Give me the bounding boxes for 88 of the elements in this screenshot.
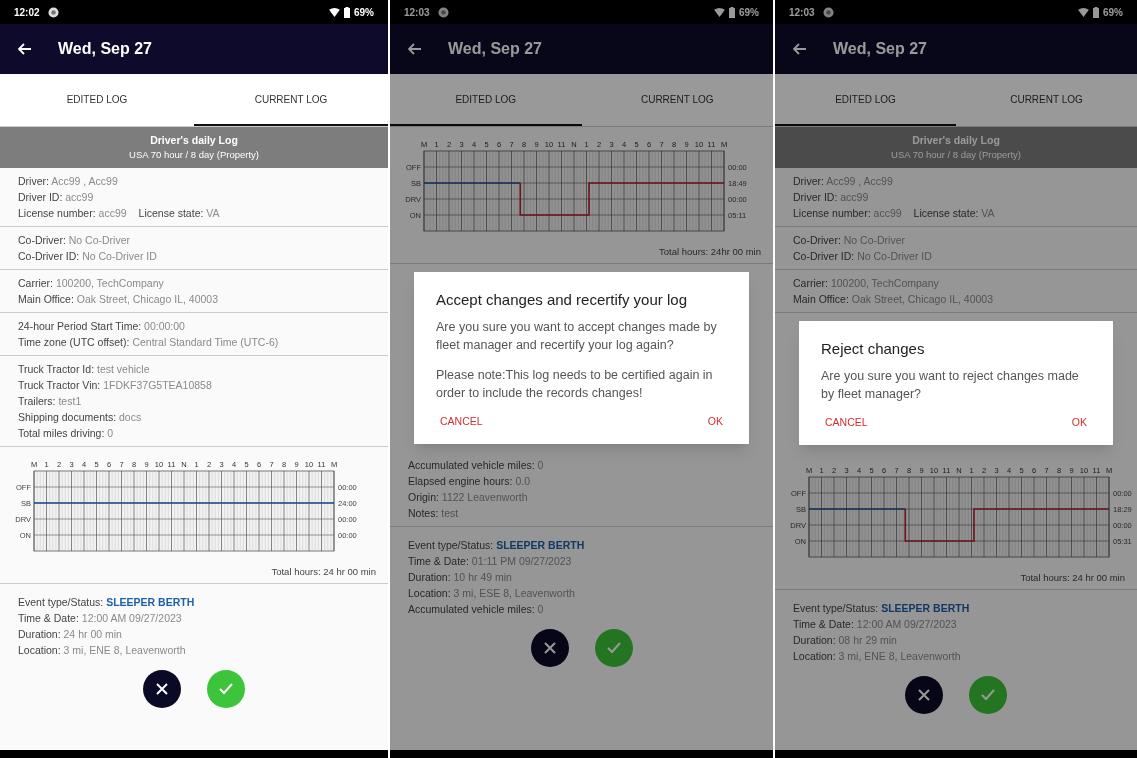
dialog-button[interactable]: CANCEL xyxy=(821,415,872,431)
info-row-text: Driver: Acc99 , Acc99 xyxy=(793,174,894,189)
info-row-text: Driver ID: acc99 xyxy=(18,190,95,205)
info-row-text: Main Office: Oak Street, Chicago IL, 40003 xyxy=(793,292,994,307)
close-icon xyxy=(155,682,169,696)
info-row-text: Notes: test xyxy=(408,505,460,521)
info-row-text: Driver ID: acc99 xyxy=(793,190,870,205)
total-hours: Total hours: 24 hr 00 min xyxy=(1019,570,1126,585)
reject-button[interactable] xyxy=(530,628,569,667)
info-row-text: Carrier: 100200, TechCompany xyxy=(793,276,940,291)
app-notification-icon xyxy=(437,6,449,18)
log-tab[interactable]: EDITED LOG xyxy=(390,74,582,126)
status-time: 12:03 xyxy=(404,5,430,20)
info-row-text: Event type/Status: SLEEPER BERTH xyxy=(793,600,971,616)
reject-button[interactable] xyxy=(905,675,943,714)
info-row-text: Duration: 24 hr 00 min xyxy=(18,627,123,642)
screen-title: Wed, Sep 27 xyxy=(833,39,927,59)
screen-title: Wed, Sep 27 xyxy=(448,39,542,59)
status-time: 12:03 xyxy=(789,5,815,20)
info-row-text: 24-hour Period Start Time: 00:00:00 xyxy=(18,319,186,334)
wifi-icon xyxy=(1078,7,1089,17)
back-arrow-icon[interactable] xyxy=(18,43,32,55)
battery-icon xyxy=(1093,6,1099,18)
back-arrow-icon[interactable] xyxy=(408,43,422,55)
info-row-text: Location: 3 mi, ENE 8, Leavenworth xyxy=(18,643,187,658)
total-hours: Total hours: 24hr 00 min xyxy=(658,245,762,259)
log-tab[interactable]: EDITED LOG xyxy=(0,74,194,126)
info-row-text: Elapsed engine hours: 0.0 xyxy=(408,473,532,489)
app-notification-icon xyxy=(47,6,59,18)
info-row-text: Accumulated vehicle miles: 0 xyxy=(408,457,545,473)
info-row-text: Location: 3 mi, ESE 8, Leavenworth xyxy=(408,585,576,601)
info-row-text: Accumulated vehicle miles: 0 xyxy=(408,601,545,617)
info-row-text: License number: acc99 License state: VA xyxy=(793,206,996,221)
info-row-text: Truck Tractor Vin: 1FDKF37G5TEA10858 xyxy=(18,378,213,393)
app-notification-icon xyxy=(822,6,834,18)
info-row-text: Trailers: test1 xyxy=(18,394,83,409)
log-title: Driver's daily Log xyxy=(911,133,1001,148)
info-row-text: Co-Driver ID: No Co-Driver ID xyxy=(18,249,158,264)
log-tab[interactable]: CURRENT LOG xyxy=(956,74,1137,126)
close-icon xyxy=(542,640,557,655)
info-row-text: Time zone (UTC offset): Central Standard Time (UTC-6) xyxy=(18,335,280,350)
info-row-text: Time & Date: 01:11 PM 09/27/2023 xyxy=(408,553,573,569)
wifi-icon xyxy=(329,7,340,17)
info-row-text: Duration: 10 hr 49 min xyxy=(408,569,513,585)
battery-level: 69% xyxy=(354,5,374,20)
info-row-text: Carrier: 100200, TechCompany xyxy=(18,276,165,291)
reject-button[interactable] xyxy=(143,670,181,708)
info-row-text: Time & Date: 12:00 AM 09/27/2023 xyxy=(18,611,183,626)
info-row-text: Duration: 08 hr 29 min xyxy=(793,632,898,648)
dialog-title: Accept changes and recertify your log xyxy=(436,290,688,310)
dialog-message: Are you sure you want to accept changes made by fleet manager and recertify your log again? xyxy=(436,319,718,354)
info-row-text: License number: acc99 License state: VA xyxy=(18,206,221,221)
dialog-button[interactable]: OK xyxy=(703,414,727,430)
dialog-message: Please note:This log needs to be certified again in order to include the records changes! xyxy=(436,367,714,402)
info-row-text: Co-Driver: No Co-Driver xyxy=(18,233,132,248)
total-hours: Total hours: 24 hr 00 min xyxy=(270,565,377,579)
dialog-message: Are you sure you want to reject changes made by fleet manager? xyxy=(821,368,1080,403)
info-row-text: Event type/Status: SLEEPER BERTH xyxy=(18,595,196,610)
battery-level: 69% xyxy=(1103,5,1123,20)
info-row-text: Co-Driver: No Co-Driver xyxy=(793,233,907,248)
dialog-title: Reject changes xyxy=(821,339,926,359)
info-row-text: Total miles driving: 0 xyxy=(18,426,115,441)
wifi-icon xyxy=(714,7,725,17)
info-row-text: Driver: Acc99 , Acc99 xyxy=(18,174,119,189)
check-icon xyxy=(980,687,996,702)
dialog-button[interactable]: OK xyxy=(1067,415,1091,431)
check-icon xyxy=(218,682,234,696)
screen-title: Wed, Sep 27 xyxy=(58,39,152,59)
info-row-text: Truck Tractor Id: test vehicle xyxy=(18,362,151,377)
log-tab[interactable]: CURRENT LOG xyxy=(581,74,773,126)
info-row-text: Location: 3 mi, ENE 8, Leavenworth xyxy=(793,648,962,664)
info-row-text: Event type/Status: SLEEPER BERTH xyxy=(408,537,586,553)
back-arrow-icon[interactable] xyxy=(793,43,807,55)
log-subtitle: USA 70 hour / 8 day (Property) xyxy=(890,148,1022,162)
info-row-text: Origin: 1122 Leavenworth xyxy=(408,489,529,505)
battery-icon xyxy=(729,6,735,18)
info-row-text: Shipping documents: docs xyxy=(18,410,143,425)
info-row-text: Time & Date: 12:00 AM 09/27/2023 xyxy=(793,616,958,632)
battery-icon xyxy=(344,6,350,18)
status-time: 12:02 xyxy=(14,5,40,20)
info-row-text: Co-Driver ID: No Co-Driver ID xyxy=(793,249,933,264)
dialog-button[interactable]: CANCEL xyxy=(436,414,487,430)
info-row-text: Main Office: Oak Street, Chicago IL, 40003 xyxy=(18,292,219,307)
battery-level: 69% xyxy=(739,5,759,20)
log-title: Driver's daily Log xyxy=(149,133,239,148)
log-subtitle: USA 70 hour / 8 day (Property) xyxy=(128,148,260,162)
check-icon xyxy=(605,640,622,655)
close-icon xyxy=(917,687,931,702)
